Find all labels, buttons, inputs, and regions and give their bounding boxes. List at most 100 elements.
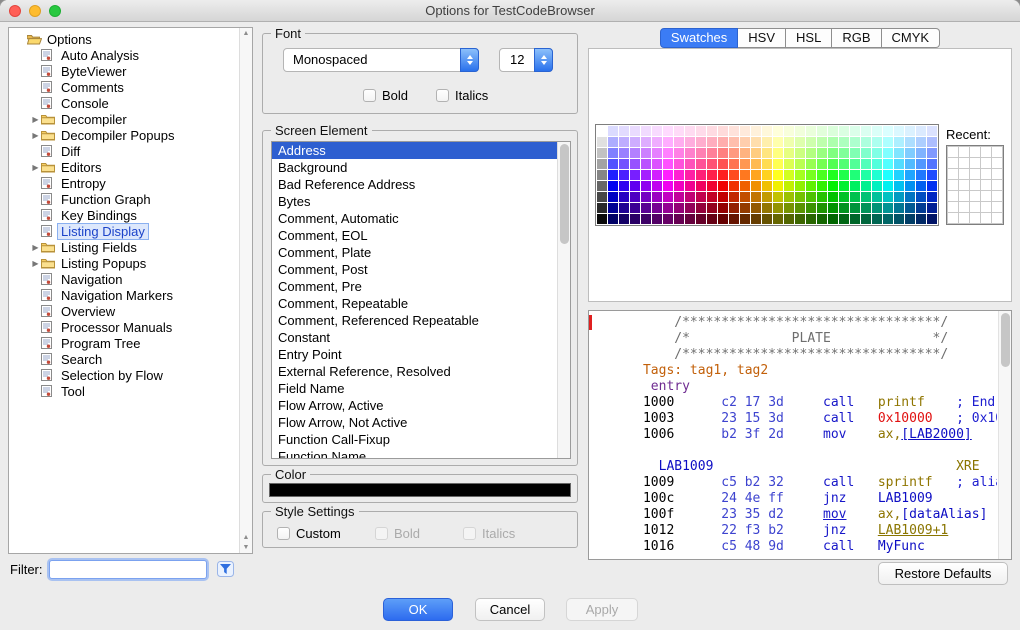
- swatch-cell[interactable]: [597, 203, 607, 213]
- swatch-cell[interactable]: [795, 159, 805, 169]
- swatch-cell[interactable]: [674, 148, 684, 158]
- swatch-cell[interactable]: [806, 159, 816, 169]
- tree-item-listing-popups[interactable]: ▶Listing Popups: [10, 255, 238, 271]
- swatch-cell[interactable]: [729, 148, 739, 158]
- swatch-cell[interactable]: [762, 159, 772, 169]
- swatch-cell[interactable]: [685, 126, 695, 136]
- swatch-cell[interactable]: [630, 192, 640, 202]
- swatch-cell[interactable]: [806, 181, 816, 191]
- minimize-button[interactable]: [29, 5, 41, 17]
- tree-item-tool[interactable]: Tool: [10, 383, 238, 399]
- apply-button[interactable]: Apply: [566, 598, 638, 621]
- swatch-cell[interactable]: [619, 203, 629, 213]
- swatch-cell[interactable]: [894, 203, 904, 213]
- recent-swatch-cell[interactable]: [959, 213, 969, 223]
- screen-element-item[interactable]: External Reference, Resolved: [272, 363, 557, 380]
- tree-item-diff[interactable]: Diff: [10, 143, 238, 159]
- swatch-cell[interactable]: [685, 148, 695, 158]
- swatch-cell[interactable]: [663, 181, 673, 191]
- recent-swatch-cell[interactable]: [970, 158, 980, 168]
- swatch-cell[interactable]: [630, 170, 640, 180]
- recent-swatch-cell[interactable]: [959, 169, 969, 179]
- swatch-cell[interactable]: [872, 181, 882, 191]
- swatch-cell[interactable]: [707, 170, 717, 180]
- recent-swatch-cell[interactable]: [981, 191, 991, 201]
- disclosure-triangle-icon[interactable]: ▶: [30, 115, 41, 124]
- swatch-cell[interactable]: [883, 148, 893, 158]
- recent-swatch-cell[interactable]: [970, 147, 980, 157]
- swatch-cell[interactable]: [707, 181, 717, 191]
- swatch-cell[interactable]: [641, 148, 651, 158]
- recent-swatch-cell[interactable]: [959, 202, 969, 212]
- swatch-cell[interactable]: [861, 170, 871, 180]
- italics-checkbox-box[interactable]: [436, 89, 449, 102]
- swatch-cell[interactable]: [696, 214, 706, 224]
- swatch-cell[interactable]: [861, 148, 871, 158]
- swatch-cell[interactable]: [729, 170, 739, 180]
- swatch-cell[interactable]: [817, 192, 827, 202]
- swatch-cell[interactable]: [696, 148, 706, 158]
- swatch-cell[interactable]: [839, 214, 849, 224]
- swatch-cell[interactable]: [883, 214, 893, 224]
- swatch-cell[interactable]: [905, 192, 915, 202]
- swatch-cell[interactable]: [663, 203, 673, 213]
- swatch-cell[interactable]: [927, 170, 937, 180]
- swatch-cell[interactable]: [916, 148, 926, 158]
- tree-item-listing-display[interactable]: Listing Display: [10, 223, 238, 239]
- recent-swatch-cell[interactable]: [992, 169, 1002, 179]
- swatch-cell[interactable]: [784, 192, 794, 202]
- swatch-cell[interactable]: [740, 170, 750, 180]
- screen-element-item[interactable]: Comment, Repeatable: [272, 295, 557, 312]
- swatch-cell[interactable]: [927, 192, 937, 202]
- swatch-cell[interactable]: [740, 126, 750, 136]
- tab-hsl[interactable]: HSL: [786, 28, 832, 48]
- swatch-cell[interactable]: [872, 126, 882, 136]
- swatch-cell[interactable]: [696, 192, 706, 202]
- screen-element-scrollbar[interactable]: [557, 142, 570, 458]
- swatch-cell[interactable]: [663, 137, 673, 147]
- tree-item-options[interactable]: Options: [10, 31, 238, 47]
- close-button[interactable]: [9, 5, 21, 17]
- swatch-cell[interactable]: [718, 214, 728, 224]
- swatch-cell[interactable]: [861, 192, 871, 202]
- swatch-cell[interactable]: [773, 203, 783, 213]
- screen-element-item[interactable]: Bad Reference Address: [272, 176, 557, 193]
- recent-swatch-cell[interactable]: [959, 147, 969, 157]
- swatch-cell[interactable]: [828, 170, 838, 180]
- tree-item-function-graph[interactable]: Function Graph: [10, 191, 238, 207]
- tree-item-auto-analysis[interactable]: Auto Analysis: [10, 47, 238, 63]
- swatch-cell[interactable]: [751, 126, 761, 136]
- tree-item-key-bindings[interactable]: Key Bindings: [10, 207, 238, 223]
- swatch-cell[interactable]: [762, 192, 772, 202]
- swatch-cell[interactable]: [718, 170, 728, 180]
- swatch-cell[interactable]: [641, 214, 651, 224]
- swatch-cell[interactable]: [850, 214, 860, 224]
- swatch-cell[interactable]: [685, 203, 695, 213]
- swatch-cell[interactable]: [663, 159, 673, 169]
- preview-scrollbar[interactable]: [998, 311, 1011, 559]
- swatch-cell[interactable]: [619, 137, 629, 147]
- swatch-cell[interactable]: [784, 159, 794, 169]
- swatch-cell[interactable]: [872, 203, 882, 213]
- swatch-cell[interactable]: [828, 148, 838, 158]
- swatch-cell[interactable]: [718, 126, 728, 136]
- swatch-cell[interactable]: [850, 148, 860, 158]
- disclosure-triangle-icon[interactable]: ▶: [30, 243, 41, 252]
- swatch-cell[interactable]: [883, 126, 893, 136]
- swatch-cell[interactable]: [817, 148, 827, 158]
- recent-swatch-cell[interactable]: [959, 191, 969, 201]
- swatch-cell[interactable]: [696, 203, 706, 213]
- tab-hsv[interactable]: HSV: [738, 28, 786, 48]
- swatch-cell[interactable]: [597, 170, 607, 180]
- filter-input[interactable]: [49, 560, 207, 579]
- swatch-cell[interactable]: [850, 126, 860, 136]
- screen-element-item[interactable]: Function Call-Fixup: [272, 431, 557, 448]
- recent-swatch-cell[interactable]: [948, 147, 958, 157]
- recent-swatch-cell[interactable]: [992, 202, 1002, 212]
- swatch-cell[interactable]: [762, 148, 772, 158]
- swatch-cell[interactable]: [663, 192, 673, 202]
- swatch-cell[interactable]: [597, 214, 607, 224]
- recent-swatch-cell[interactable]: [992, 180, 1002, 190]
- swatch-cell[interactable]: [619, 126, 629, 136]
- tree-item-console[interactable]: Console: [10, 95, 238, 111]
